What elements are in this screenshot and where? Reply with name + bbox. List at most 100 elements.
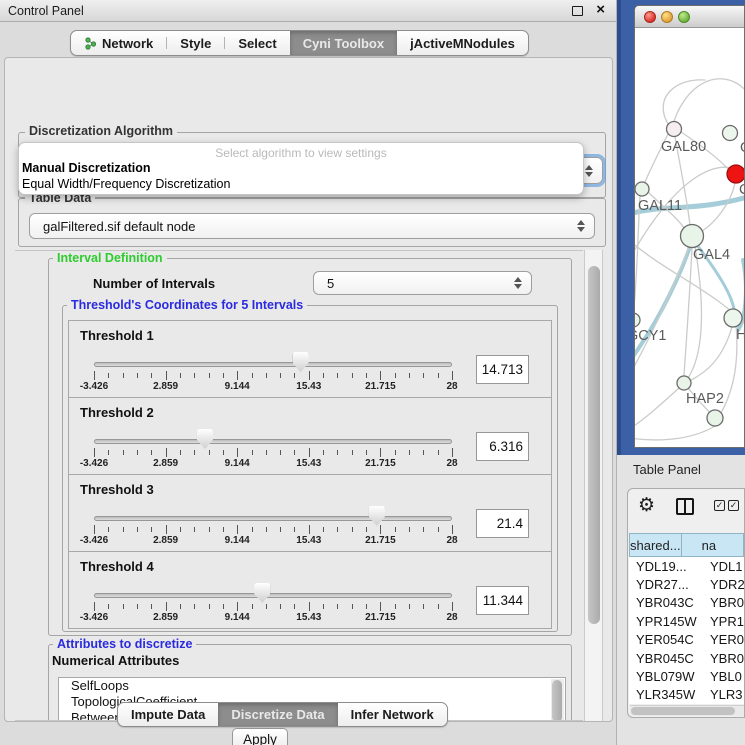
slider-track[interactable] [94,516,452,521]
tab-network[interactable]: Network [71,31,166,55]
network-window-titlebar [635,6,744,28]
table-cell-shared-name: YBL079W [629,669,700,684]
threshold-slider[interactable]: -3.4262.8599.14415.4321.71528 [94,321,452,399]
network-edge [684,248,692,376]
slider-thumb[interactable] [293,352,309,372]
table-cell-shared-name: YDL19... [629,559,700,574]
table-horizontal-scrollbar[interactable] [630,705,745,716]
slider-tick [137,450,138,455]
slider-tick [123,527,124,532]
split-pane-icon[interactable] [676,498,694,515]
slider-tick-label: 21.715 [365,535,396,546]
float-window-icon[interactable] [572,6,583,16]
close-traffic-light-icon[interactable] [644,11,656,23]
threshold-slider[interactable]: -3.4262.8599.14415.4321.71528 [94,552,452,630]
table-row[interactable]: YLR345WYLR3 [629,686,745,704]
column-header-name[interactable]: na [681,533,744,557]
attributes-group-title: Attributes to discretize [53,637,196,651]
tab-jactivemnodules[interactable]: jActiveMNodules [397,31,528,55]
network-edge [691,327,732,380]
slider-tick [352,373,353,378]
slider-tick [309,602,310,611]
network-node[interactable] [677,376,691,390]
slider-thumb[interactable] [254,583,270,603]
algorithm-option-equal-width[interactable]: Equal Width/Frequency Discretization [22,177,230,191]
slider-track[interactable] [94,439,452,444]
control-panel-titlebar: Control Panel × [0,0,616,22]
threshold-value-field[interactable]: 6.316 [476,432,529,461]
table-row[interactable]: YPR145WYPR1 [629,612,745,630]
slider-tick [266,450,267,455]
network-edge [635,426,715,440]
table-row[interactable]: YBL079WYBL0 [629,667,745,685]
minimize-traffic-light-icon[interactable] [661,11,673,23]
node-table: shared... na YDL19...YDL1YDR27...YDR2YBR… [629,533,744,717]
table-data-combobox[interactable]: galFiltered.sif default node [29,213,595,239]
number-of-intervals-combobox[interactable]: 5 [313,271,532,295]
network-node[interactable] [635,182,649,196]
slider-tick [137,373,138,378]
threshold-slider[interactable]: -3.4262.8599.14415.4321.71528 [94,475,452,553]
network-node-label: GAL80 [661,139,706,155]
network-node[interactable] [723,126,738,141]
slider-thumb[interactable] [197,429,213,449]
slider-tick [108,527,109,532]
network-canvas[interactable]: GAL80GACGAL11GAL4GCY1HHAP2 [635,28,745,448]
threshold-value-field[interactable]: 21.4 [476,509,529,538]
network-edge [674,79,745,121]
apply-button[interactable]: Apply [232,728,288,745]
checkbox-icon[interactable]: ✓ [728,500,739,511]
table-row[interactable]: YDR27...YDR2 [629,575,745,593]
slider-tick [294,373,295,378]
tab-impute-data[interactable]: Impute Data [118,703,218,726]
threshold-value-field[interactable]: 14.713 [476,355,529,384]
threshold-value-field[interactable]: 11.344 [476,586,529,615]
algorithm-option-manual[interactable]: Manual Discretization [22,161,151,175]
slider-tick-label: 21.715 [365,458,396,469]
slider-tick [194,604,195,609]
attribute-list-item[interactable]: SelfLoops [59,678,565,694]
slider-thumb[interactable] [369,506,385,526]
slider-tick [194,373,195,378]
zoom-traffic-light-icon[interactable] [678,11,690,23]
slider-tick [366,527,367,532]
tab-style[interactable]: Style [167,31,224,55]
close-icon[interactable]: × [596,1,605,18]
tab-discretize-data[interactable]: Discretize Data [218,703,337,726]
slider-tick [294,527,295,532]
tab-select[interactable]: Select [225,31,289,55]
main-scrollbar-thumb[interactable] [588,266,600,624]
checkbox-icon[interactable]: ✓ [714,500,725,511]
stepper-arrows-icon [513,276,522,290]
attributes-list-scrollbar[interactable] [551,679,564,721]
slider-track[interactable] [94,593,452,598]
table-row[interactable]: YDL19...YDL1 [629,557,745,575]
tab-cyni-toolbox[interactable]: Cyni Toolbox [290,31,397,55]
threshold-slider[interactable]: -3.4262.8599.14415.4321.71528 [94,398,452,476]
threshold-panel-2: Threshold 2-3.4262.8599.14415.4321.71528… [68,397,552,475]
tab-infer-network[interactable]: Infer Network [338,703,447,726]
threshold-panel-4: Threshold 4-3.4262.8599.14415.4321.71528… [68,551,552,629]
network-node[interactable] [707,410,723,426]
slider-track[interactable] [94,362,452,367]
slider-tick-label: 15.43 [296,381,321,392]
slider-tick [137,604,138,609]
network-node[interactable] [635,313,640,327]
table-cell-name: YBL0 [700,669,742,684]
table-row[interactable]: YER054CYER0 [629,631,745,649]
table-row[interactable]: YBR045CYBR0 [629,649,745,667]
slider-tick [352,450,353,455]
network-node[interactable] [681,225,704,248]
slider-tick [423,604,424,609]
network-node[interactable] [727,165,745,183]
column-header-shared[interactable]: shared... [629,533,682,557]
slider-tick [366,373,367,378]
network-node[interactable] [667,122,682,137]
settings-scroll-viewport: Interval Definition Number of Intervals … [15,250,583,721]
table-cell-shared-name: YDR27... [629,577,700,592]
main-scrollbar[interactable] [584,250,603,721]
table-row[interactable]: YBR043CYBR0 [629,594,745,612]
network-node[interactable] [724,309,742,327]
slider-tick [409,604,410,609]
gear-icon[interactable]: ⚙ [638,494,655,516]
